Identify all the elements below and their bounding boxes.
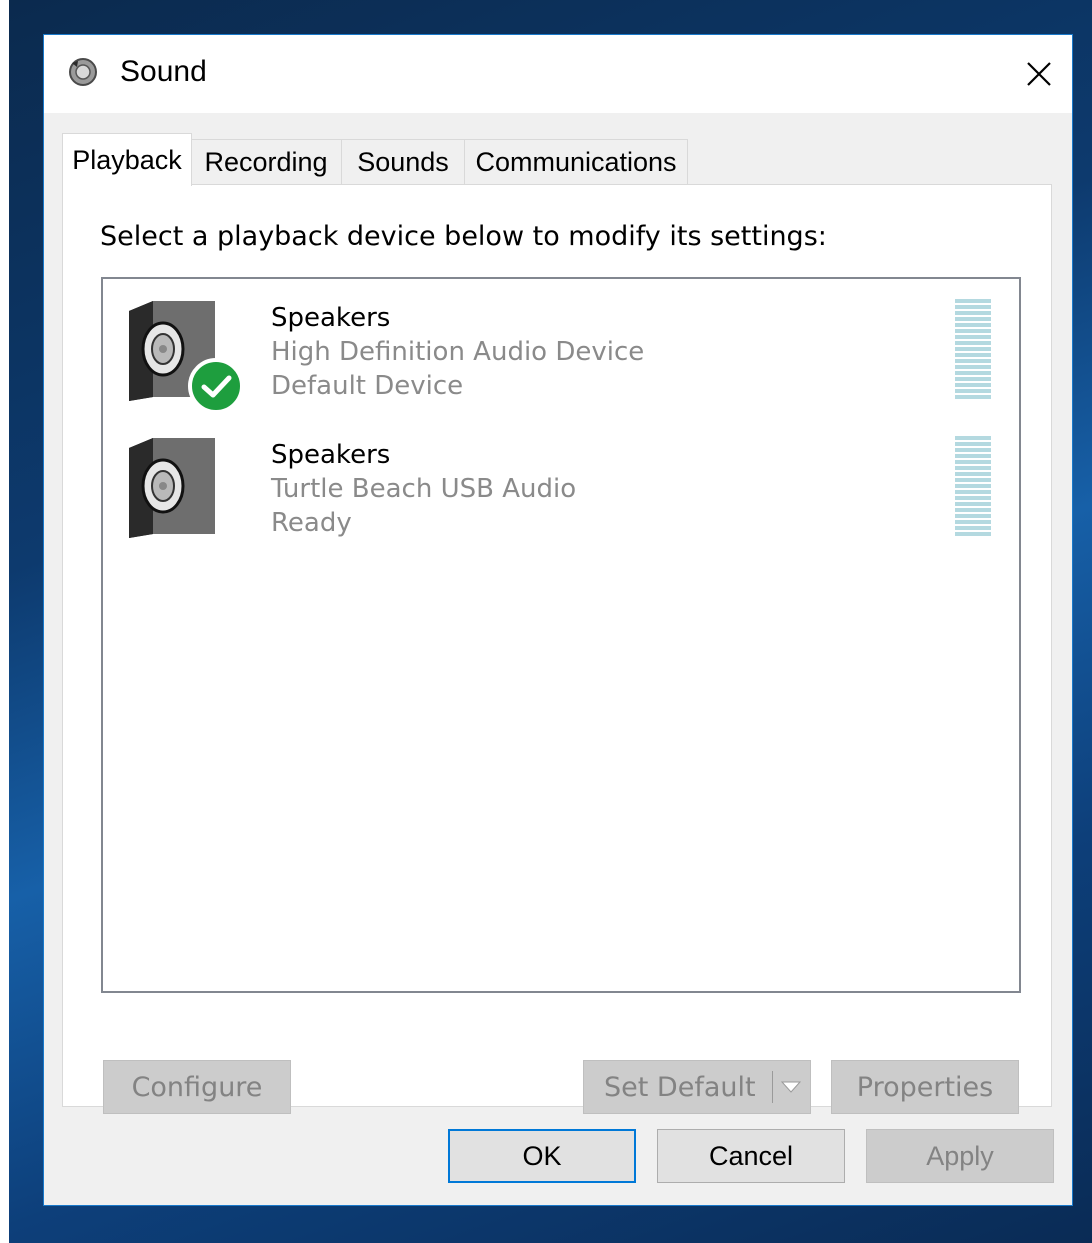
window-title: Sound [120,55,207,88]
tab-playback[interactable]: Playback [62,133,192,186]
device-description: High Definition Audio Device [271,337,645,367]
device-text: Speakers Turtle Beach USB Audio Ready [271,438,576,540]
tab-recording[interactable]: Recording [190,139,342,185]
tab-communications[interactable]: Communications [464,139,688,185]
device-status: Default Device [271,371,464,401]
close-button[interactable] [1006,35,1072,113]
device-list[interactable]: Speakers High Definition Audio Device De… [101,277,1021,993]
title-bar[interactable]: Sound [44,35,1072,113]
button-label: Set Default [604,1071,756,1103]
playback-panel: Select a playback device below to modify… [62,184,1052,1114]
device-name: Speakers [271,303,391,333]
device-status: Ready [271,508,352,538]
button-label: Configure [131,1071,263,1103]
ok-button[interactable]: OK [448,1129,636,1183]
button-label: Properties [856,1071,994,1103]
speaker-icon [69,58,97,86]
configure-button[interactable]: Configure [103,1060,291,1114]
tab-label: Recording [204,147,328,177]
volume-meter [955,299,991,399]
split-divider [772,1071,773,1103]
button-label: Apply [926,1140,994,1171]
properties-button[interactable]: Properties [831,1060,1019,1114]
button-label: Cancel [708,1140,794,1171]
device-description: Turtle Beach USB Audio [271,474,577,504]
set-default-button[interactable]: Set Default [583,1060,811,1114]
speaker-icon [129,438,215,538]
tab-sounds[interactable]: Sounds [341,139,465,185]
desktop-edge [0,0,9,1243]
cancel-button[interactable]: Cancel [657,1129,845,1183]
sound-dialog: Sound Playback Recording Sounds Communic… [43,34,1073,1206]
close-icon [1027,62,1051,86]
chevron-down-icon[interactable] [780,1061,802,1113]
volume-meter [955,436,991,536]
instruction-text: Select a playback device below to modify… [100,221,827,252]
apply-button[interactable]: Apply [866,1129,1054,1183]
tab-label: Communications [475,147,677,177]
device-name: Speakers [271,440,391,470]
device-item-speakers-hd[interactable]: Speakers High Definition Audio Device De… [123,297,1003,417]
button-label: OK [522,1140,562,1171]
tab-label: Sounds [357,147,449,177]
default-device-check-icon [188,358,244,414]
tab-label: Playback [72,144,182,175]
device-item-speakers-turtle-beach[interactable]: Speakers Turtle Beach USB Audio Ready [123,434,1003,554]
device-text: Speakers High Definition Audio Device De… [271,301,644,403]
